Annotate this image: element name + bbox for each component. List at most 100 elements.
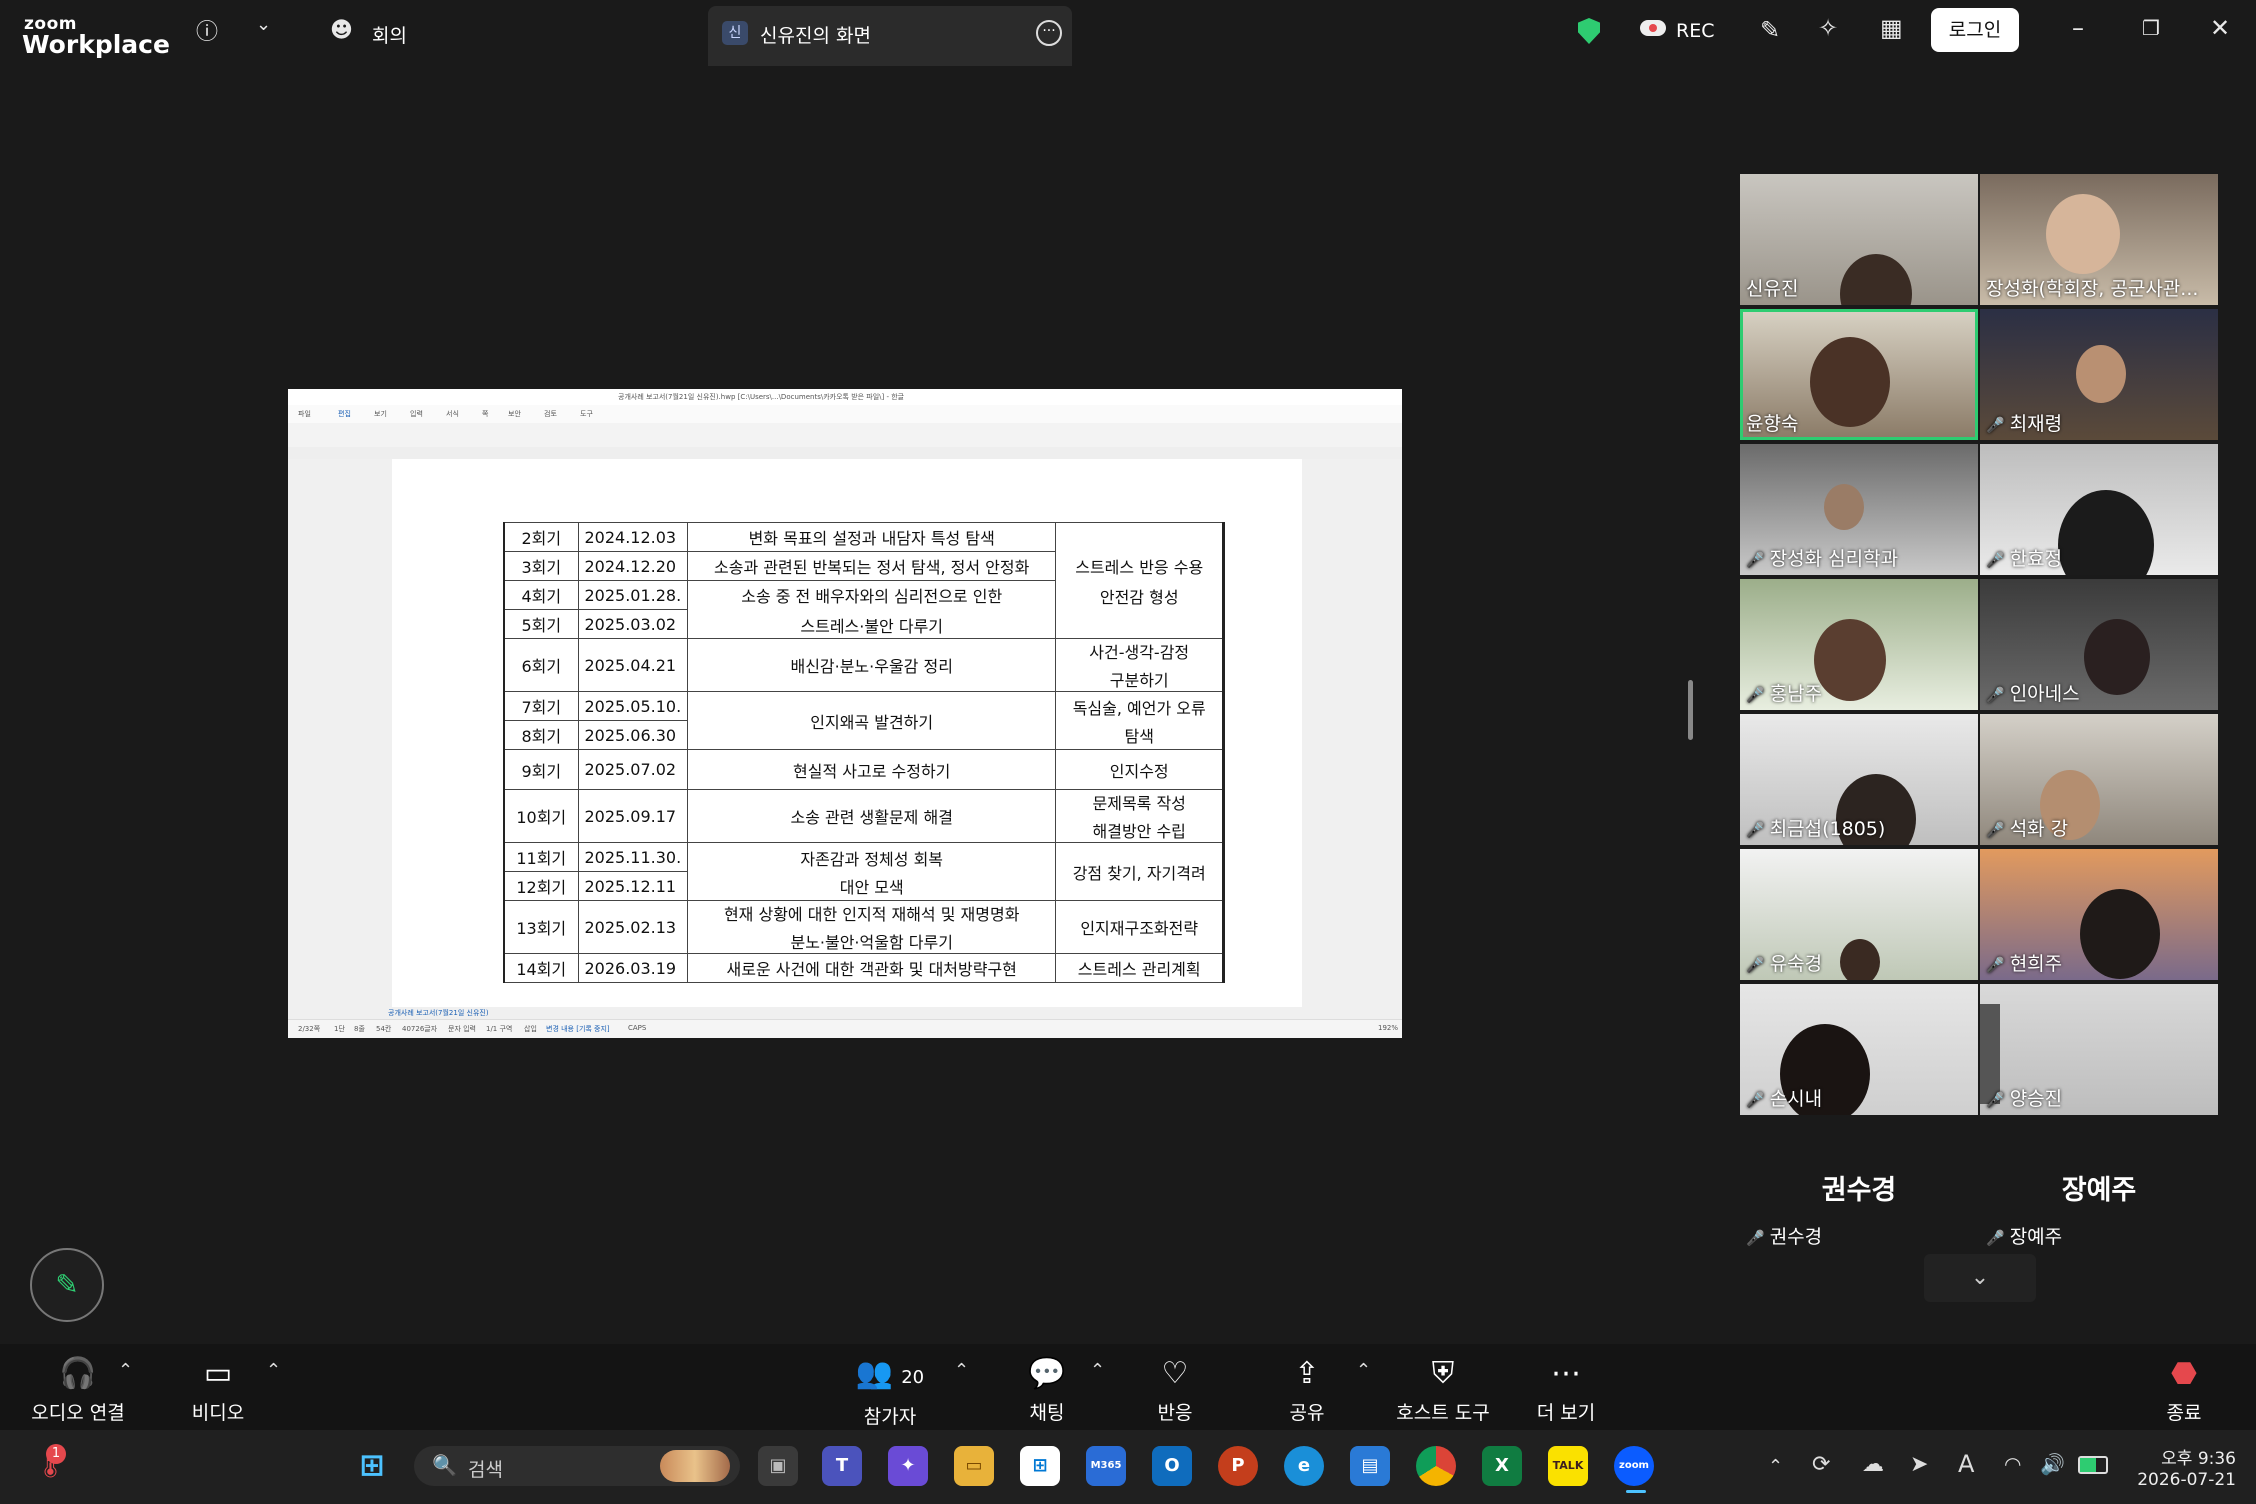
kakaotalk-icon[interactable]: TALK — [1548, 1446, 1588, 1486]
chrome-icon[interactable] — [1416, 1446, 1456, 1486]
zoom-taskbar-icon[interactable]: zoom — [1614, 1446, 1654, 1486]
participant-count: 20 — [901, 1367, 925, 1388]
participant-tile[interactable]: 🎤 장성화 심리학과 — [1740, 444, 1978, 575]
app-icon[interactable]: ▤ — [1350, 1446, 1390, 1486]
end-meeting-button[interactable]: ⬣ 종료 — [2152, 1356, 2216, 1425]
restore-icon[interactable]: ❐ — [2142, 16, 2160, 40]
audio-options-caret[interactable]: ⌃ — [118, 1360, 133, 1381]
audio-only-tile[interactable]: 장예주 🎤 장예주 — [1980, 1120, 2218, 1250]
battery-icon[interactable] — [2078, 1456, 2108, 1474]
chevron-down-icon[interactable]: ⌄ — [256, 14, 271, 35]
goal-cell: 강점 찾기, 자기격려 — [1055, 842, 1225, 901]
teams-icon[interactable]: T — [822, 1446, 862, 1486]
hwp-menu-item[interactable]: 도구 — [580, 409, 593, 419]
video-person — [2046, 194, 2120, 274]
participant-tile[interactable]: 🎤 유숙경 — [1740, 849, 1978, 980]
more-options-icon[interactable]: ··· — [1036, 20, 1062, 46]
participant-tile[interactable]: 🎤 현희주 — [1980, 849, 2218, 980]
taskbar-search[interactable]: 🔍 검색 — [414, 1446, 740, 1486]
annotate-wand-icon[interactable]: ✎ — [1760, 16, 1780, 44]
muted-mic-icon: 🎤 — [1986, 686, 2005, 704]
participant-tile[interactable]: 🎤 양승진 — [1980, 984, 2218, 1115]
hwp-menu-item[interactable]: 보기 — [374, 409, 387, 419]
hwp-sheet-tab[interactable]: 공개사례 보고서(7월21일 신유진) — [388, 1008, 489, 1018]
shared-screen[interactable]: 공개사례 보고서(7월21일 신유진).hwp [C:\Users\...\Do… — [288, 389, 1402, 1038]
participant-tile[interactable]: 🎤 최금섭(1805) — [1740, 714, 1978, 845]
hwp-menu-item[interactable]: 서식 — [446, 409, 459, 419]
host-tools-button[interactable]: ⛨ 호스트 도구 — [1388, 1356, 1498, 1425]
volume-icon[interactable]: 🔊 — [2040, 1452, 2065, 1476]
rec-label[interactable]: REC — [1676, 20, 1714, 42]
hwp-menu-item[interactable]: 파일 — [298, 409, 311, 419]
ai-companion-icon[interactable]: ✧ — [1818, 14, 1838, 42]
clock-date[interactable]: 2026-07-21 — [2120, 1470, 2236, 1490]
participant-tile[interactable]: 🎤 홍남주 — [1740, 579, 1978, 710]
hwp-menu-item[interactable]: 입력 — [410, 409, 423, 419]
excel-icon[interactable]: X — [1482, 1446, 1522, 1486]
participant-tile-active-speaker[interactable]: 윤향숙 — [1740, 309, 1978, 440]
goal-cell: 문제목록 작성 해결방안 수립 — [1055, 789, 1225, 843]
clock-time[interactable]: 오후 9:36 — [2140, 1444, 2236, 1469]
participants-options-caret[interactable]: ⌃ — [954, 1360, 969, 1381]
outlook-icon[interactable]: O — [1152, 1446, 1192, 1486]
m365-icon[interactable]: M365 — [1086, 1446, 1126, 1486]
search-icon: 🔍 — [432, 1453, 457, 1477]
audio-only-tile[interactable]: 권수경 🎤 권수경 — [1740, 1120, 1978, 1250]
more-button[interactable]: ⋯ 더 보기 — [1524, 1356, 1608, 1425]
status-zoom[interactable]: 192% — [1378, 1024, 1398, 1032]
participant-tile[interactable]: 장성화(학회장, 공군사관... — [1980, 174, 2218, 305]
video-button[interactable]: ▭ 비디오 — [176, 1356, 260, 1425]
file-explorer-icon[interactable]: ▭ — [954, 1446, 994, 1486]
participant-tile[interactable]: 🎤 석화 강 — [1980, 714, 2218, 845]
chat-options-caret[interactable]: ⌃ — [1090, 1360, 1105, 1381]
windows-start-icon[interactable]: ⊞ — [352, 1446, 392, 1486]
info-icon[interactable]: ⓘ — [196, 14, 218, 46]
date-cell: 2024.12.20 — [577, 551, 689, 581]
copilot-icon[interactable]: ✦ — [888, 1446, 928, 1486]
task-view-icon[interactable]: ▣ — [758, 1446, 798, 1486]
participant-tile[interactable]: 🎤 손시내 — [1740, 984, 1978, 1115]
wifi-icon[interactable]: ◠ — [2004, 1452, 2021, 1476]
session-table: 2회기 2024.12.03 변화 목표의 설정과 내담자 특성 탐색 스트레스… — [503, 522, 1226, 983]
location-icon[interactable]: ➤ — [1910, 1452, 1928, 1477]
annotate-pencil-icon[interactable]: ✎ — [30, 1248, 104, 1322]
minimize-icon[interactable]: – — [2072, 14, 2084, 42]
status-caps: CAPS — [628, 1024, 647, 1032]
meeting-people-icon: ☻ — [330, 18, 353, 43]
microsoft-store-icon[interactable]: ⊞ — [1020, 1446, 1060, 1486]
participant-tile[interactable]: 🎤 인아네스 — [1980, 579, 2218, 710]
gallery-scroll-down-button[interactable]: ⌄ — [1924, 1254, 2036, 1302]
participants-button[interactable]: 👥 20 참가자 — [840, 1356, 940, 1429]
table-row: 7회기 2025.05.10. 인지왜곡 발견하기 독심술, 예언가 오류 탐색 — [503, 691, 1225, 750]
goal-cell: 독심술, 예언가 오류 탐색 — [1055, 691, 1225, 750]
status-line: 8줄 — [354, 1025, 365, 1033]
login-button[interactable]: 로그인 — [1931, 8, 2019, 52]
meeting-label[interactable]: 회의 — [372, 21, 407, 48]
reactions-button[interactable]: ♡ 반응 — [1140, 1356, 1210, 1425]
cloud-off-icon[interactable]: ☁ — [1862, 1452, 1884, 1477]
powerpoint-icon[interactable]: P — [1218, 1446, 1258, 1486]
search-highlight-image — [660, 1450, 730, 1482]
hwp-menu-item[interactable]: 쪽 — [482, 409, 488, 419]
hwp-menu-item[interactable]: 보안 — [508, 409, 521, 419]
participant-tile[interactable]: 🎤 최재령 — [1980, 309, 2218, 440]
share-button[interactable]: ⇪ 공유 — [1272, 1356, 1342, 1425]
layout-view-icon[interactable]: ▦ — [1880, 14, 1903, 42]
sync-icon[interactable]: ⟳ — [1812, 1452, 1830, 1477]
table-row: 10회기 2025.09.17 소송 관련 생활문제 해결 문제목록 작성 해결방… — [503, 789, 1225, 843]
edge-icon[interactable]: e — [1284, 1446, 1324, 1486]
video-options-caret[interactable]: ⌃ — [266, 1360, 281, 1381]
hwp-menu-item[interactable]: 편집 — [338, 409, 351, 419]
share-options-caret[interactable]: ⌃ — [1356, 1360, 1371, 1381]
chat-button[interactable]: 💬 채팅 — [1010, 1356, 1084, 1425]
close-icon[interactable]: ✕ — [2210, 14, 2230, 42]
participant-tile[interactable]: 신유진 — [1740, 174, 1978, 305]
ime-indicator[interactable]: A — [1958, 1450, 1974, 1478]
panel-resize-handle[interactable] — [1688, 680, 1693, 740]
session-cell: 4회기 — [503, 580, 579, 610]
audio-connect-button[interactable]: 🎧 오디오 연결 — [26, 1356, 130, 1425]
hwp-menu-item[interactable]: 검토 — [544, 409, 557, 419]
tray-overflow-icon[interactable]: ⌃ — [1768, 1456, 1783, 1477]
participant-tile[interactable]: 🎤 한효정 — [1980, 444, 2218, 575]
more-dots-icon: ⋯ — [1551, 1356, 1581, 1391]
